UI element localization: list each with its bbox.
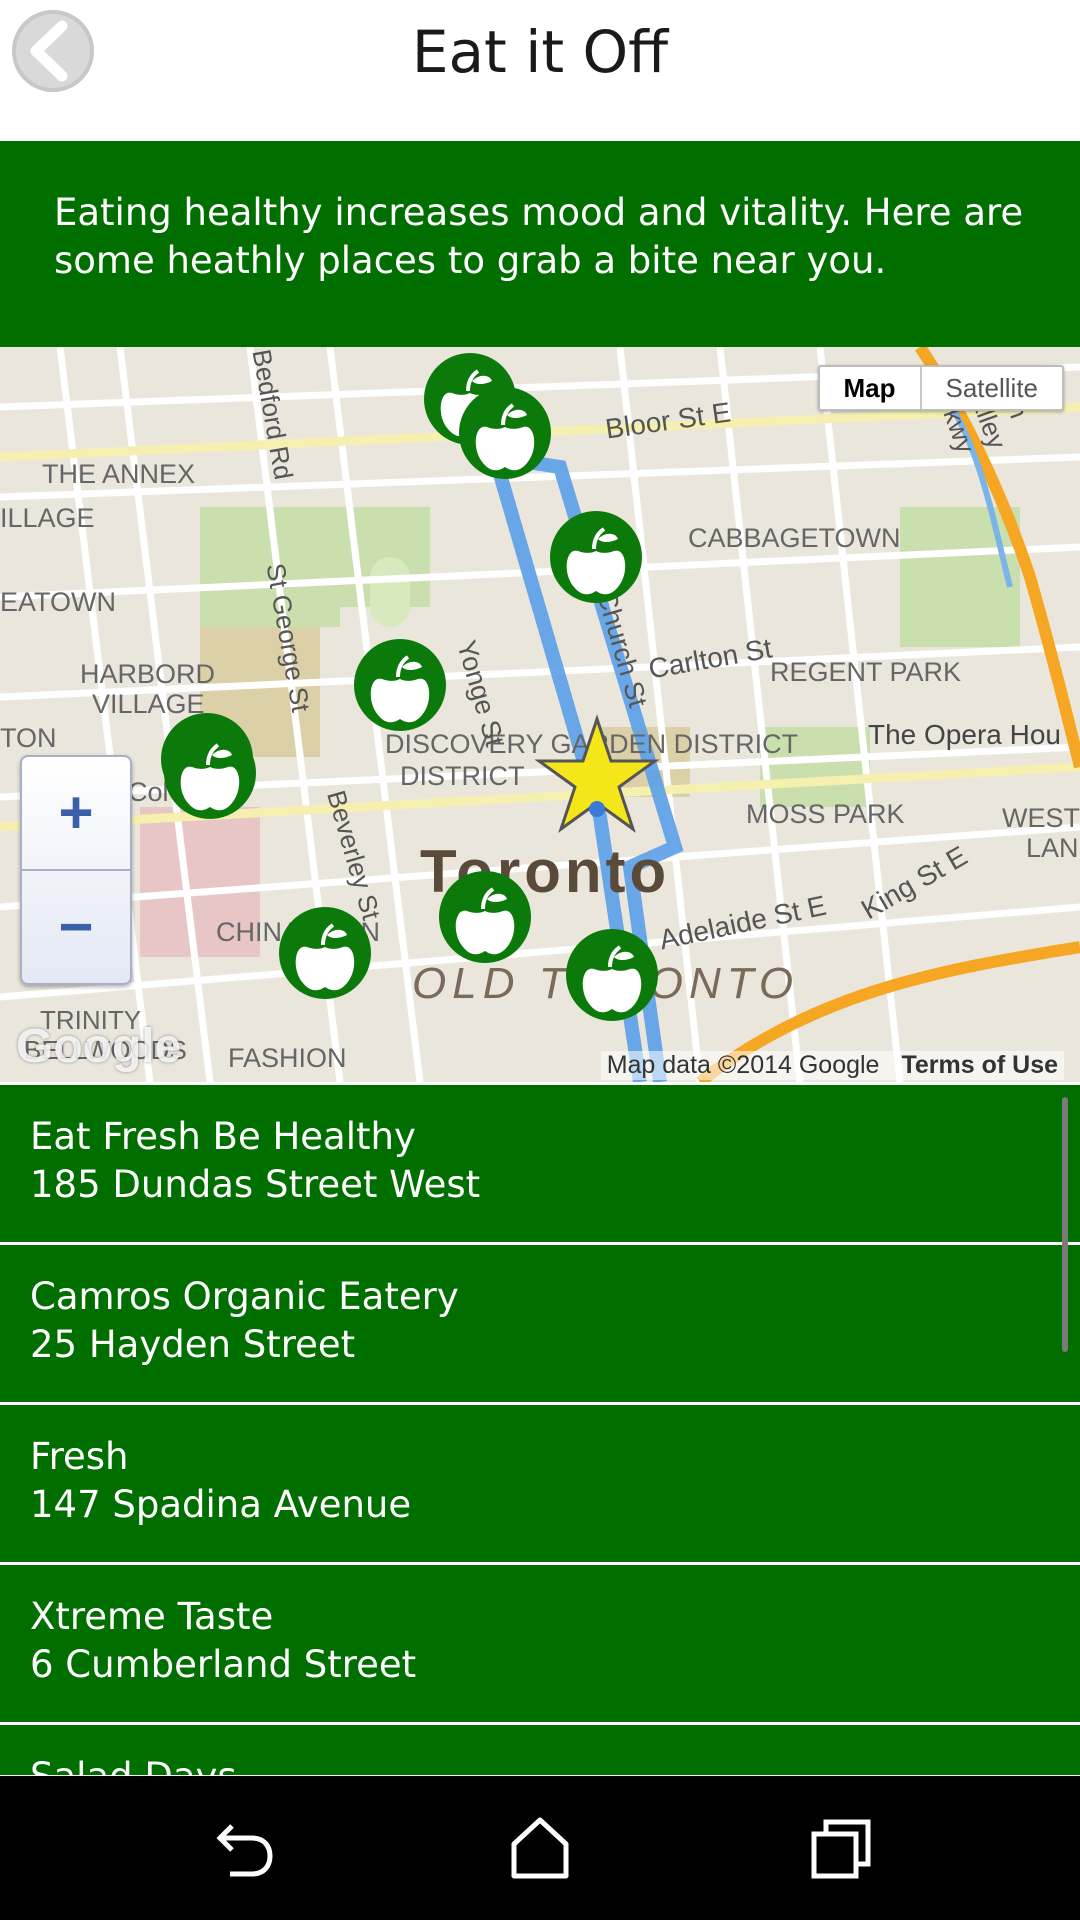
map-data-credit: Map data ©2014 Google xyxy=(606,1051,880,1079)
system-nav-bar xyxy=(0,1776,1080,1920)
zoom-in-button[interactable]: + xyxy=(22,757,130,871)
restaurant-name: Camros Organic Eatery xyxy=(30,1275,459,1318)
list-item[interactable]: Salad Days xyxy=(0,1725,1080,1775)
map-markers-layer xyxy=(159,351,660,1023)
nav-recents-icon[interactable] xyxy=(800,1808,880,1888)
restaurant-name: Salad Days xyxy=(30,1755,237,1775)
restaurant-name: Xtreme Taste xyxy=(30,1595,274,1638)
app-header: Eat it Off xyxy=(0,0,1080,140)
restaurant-address: 6 Cumberland Street xyxy=(30,1643,417,1686)
apple-icon[interactable] xyxy=(548,509,644,605)
google-logo: Google xyxy=(16,1020,182,1073)
intro-banner: Eating healthy increases mood and vitali… xyxy=(0,141,1080,347)
map-type-satellite-button[interactable]: Satellite xyxy=(922,367,1063,409)
map-attribution: Map data ©2014 Google Terms of Use xyxy=(600,1051,1064,1080)
map-type-toggle[interactable]: Map Satellite xyxy=(817,365,1064,411)
restaurant-address: 185 Dundas Street West xyxy=(30,1163,481,1206)
map-view[interactable]: Bloor St E THE ANNEX ILLAGE EATOWN CABBA… xyxy=(0,347,1080,1082)
zoom-control: + − xyxy=(20,755,132,985)
apple-icon[interactable] xyxy=(564,927,660,1023)
apple-icon[interactable] xyxy=(277,905,373,1001)
restaurant-list[interactable]: Eat Fresh Be Healthy 185 Dundas Street W… xyxy=(0,1085,1080,1775)
zoom-out-button[interactable]: − xyxy=(22,871,130,983)
page-title: Eat it Off xyxy=(411,18,669,86)
restaurant-address: 25 Hayden Street xyxy=(30,1323,356,1366)
terms-of-use-link[interactable]: Terms of Use xyxy=(901,1051,1058,1079)
restaurant-name: Eat Fresh Be Healthy xyxy=(30,1115,416,1158)
list-scrollbar[interactable] xyxy=(1062,1097,1068,1352)
list-item[interactable]: Fresh 147 Spadina Avenue xyxy=(0,1405,1080,1565)
nav-home-icon[interactable] xyxy=(500,1808,580,1888)
restaurant-name: Fresh xyxy=(30,1435,129,1478)
intro-text: Eating healthy increases mood and vitali… xyxy=(54,191,1024,282)
apple-icon[interactable] xyxy=(437,869,533,965)
map-type-map-button[interactable]: Map xyxy=(820,367,922,409)
restaurant-address: 147 Spadina Avenue xyxy=(30,1483,412,1526)
nav-back-icon[interactable] xyxy=(200,1808,280,1888)
list-item[interactable]: Eat Fresh Be Healthy 185 Dundas Street W… xyxy=(0,1085,1080,1245)
list-item[interactable]: Xtreme Taste 6 Cumberland Street xyxy=(0,1565,1080,1725)
apple-icon[interactable] xyxy=(457,385,553,481)
apple-icon[interactable] xyxy=(162,725,258,821)
list-item[interactable]: Camros Organic Eatery 25 Hayden Street xyxy=(0,1245,1080,1405)
apple-icon[interactable] xyxy=(352,637,448,733)
